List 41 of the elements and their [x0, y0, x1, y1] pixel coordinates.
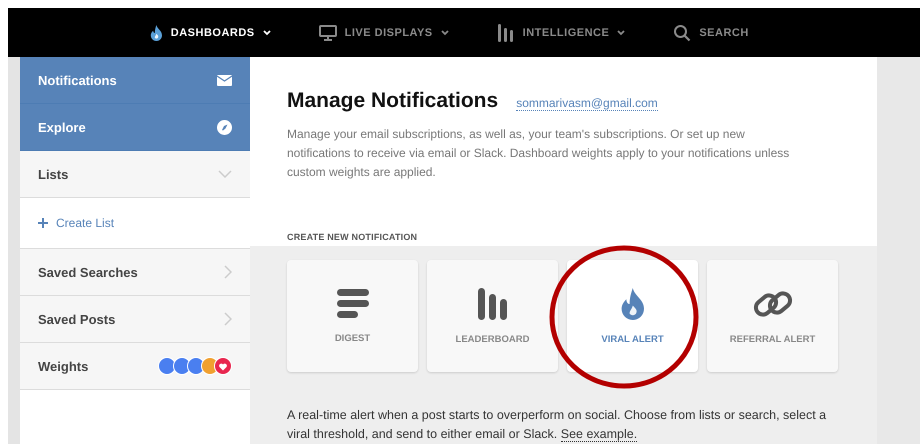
flame-icon [620, 288, 646, 320]
nav-tab[interactable]: INTELLIGENCE [496, 24, 626, 42]
notification-type-card[interactable]: VIRAL ALERT [567, 260, 698, 372]
sidebar-item[interactable]: Weights [20, 343, 250, 390]
email-link[interactable]: sommarivasm@gmail.com [516, 96, 658, 111]
create-list-link[interactable]: Create List [56, 216, 114, 230]
sidebar-label: Weights [38, 358, 88, 374]
mail-icon [217, 74, 232, 86]
compass-icon [217, 120, 232, 134]
reactions-icon [158, 357, 232, 375]
notification-type-card[interactable]: LEADERBOARD [427, 260, 558, 372]
sidebar-item[interactable]: Notifications [20, 57, 250, 104]
sidebar-label: Notifications [38, 72, 117, 88]
monitor-icon [318, 24, 337, 40]
page-description: Manage your email subscriptions, as well as, your team's subscriptions. Or set up new notifications to receive via email or Slack. Dashboard weights apply to your notifications unless custom weights are applied. [287, 126, 790, 181]
sidebar-item[interactable]: Explore [20, 104, 250, 151]
sidebar-item[interactable]: Saved Searches [20, 249, 250, 296]
nav-tab[interactable]: DASHBOARDS [150, 24, 271, 40]
flame-icon [150, 24, 163, 40]
sidebar-item[interactable]: Lists [20, 151, 250, 198]
plus-icon [38, 218, 48, 228]
chevron-down-icon [218, 170, 232, 178]
example-link[interactable]: See example. [560, 427, 638, 442]
sidebar-label: Saved Searches [38, 264, 138, 280]
chevron-right-icon [224, 312, 232, 326]
notification-type-card[interactable]: DIGEST [287, 260, 418, 372]
page-title: Manage Notifications [287, 89, 498, 113]
sidebar-label: Saved Posts [38, 312, 116, 326]
notification-description: A real-time alert when a post starts to overperform on social. Choose from lists or search, select a viral threshold, and send to either email or Slack. See example. [287, 407, 828, 444]
search-icon [673, 24, 692, 42]
sidebar-label: Lists [38, 166, 68, 182]
section-heading: CREATE NEW NOTIFICATION [287, 232, 418, 242]
bars-icon [478, 288, 508, 320]
sidebar-label: Explore [38, 120, 86, 134]
bars-icon [496, 24, 515, 42]
sidebar-item[interactable]: Saved Posts [20, 296, 250, 343]
chevron-right-icon [224, 265, 232, 279]
notification-type-card[interactable]: REFERRAL ALERT [707, 260, 838, 372]
nav-tab[interactable]: LIVE DISPLAYS [318, 24, 449, 40]
nav-tab[interactable]: SEARCH [673, 24, 749, 42]
lines-icon [336, 288, 368, 318]
